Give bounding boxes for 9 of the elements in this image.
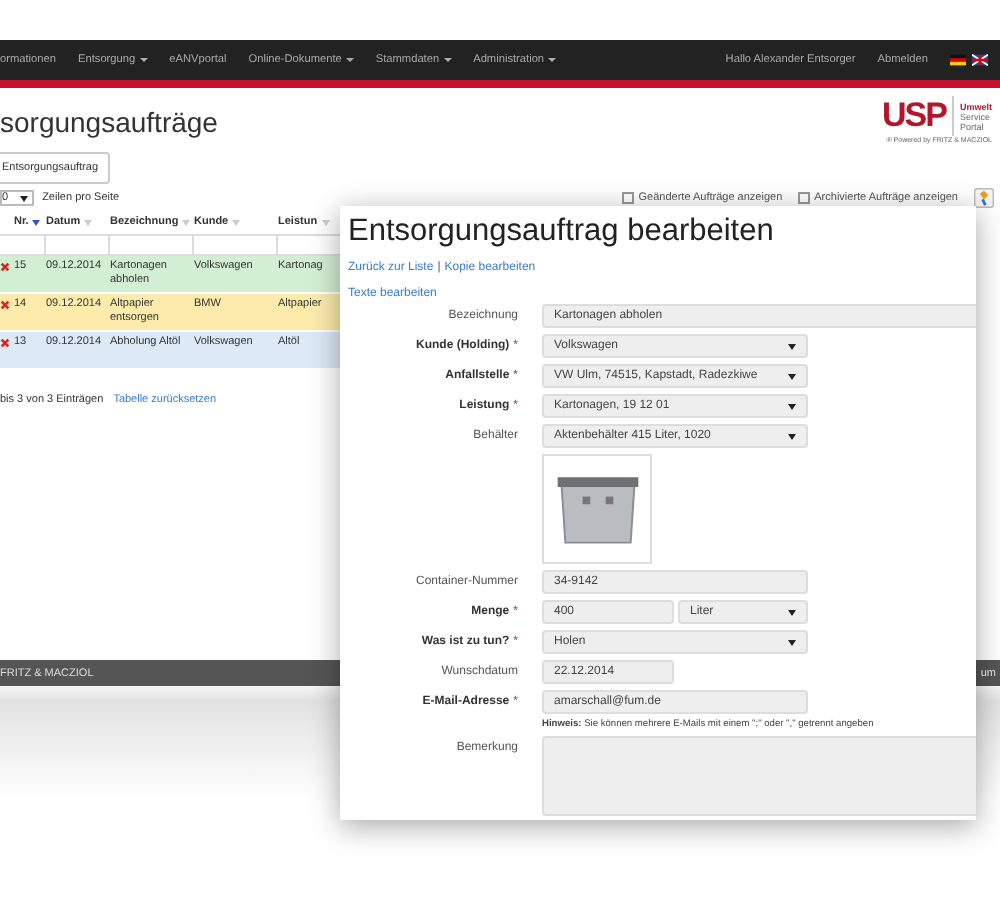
page-title: sorgungsaufträge [0, 106, 218, 138]
dialog-title: Entsorgungsauftrag bearbeiten [348, 214, 776, 250]
delete-icon[interactable] [0, 300, 10, 310]
colorful-tool-icon[interactable] [974, 188, 994, 208]
container-bin-image [542, 454, 652, 564]
british-flag-icon[interactable] [972, 54, 988, 66]
delete-icon[interactable] [0, 338, 10, 348]
delete-icon[interactable] [0, 262, 10, 272]
german-flag-icon[interactable] [950, 54, 966, 66]
